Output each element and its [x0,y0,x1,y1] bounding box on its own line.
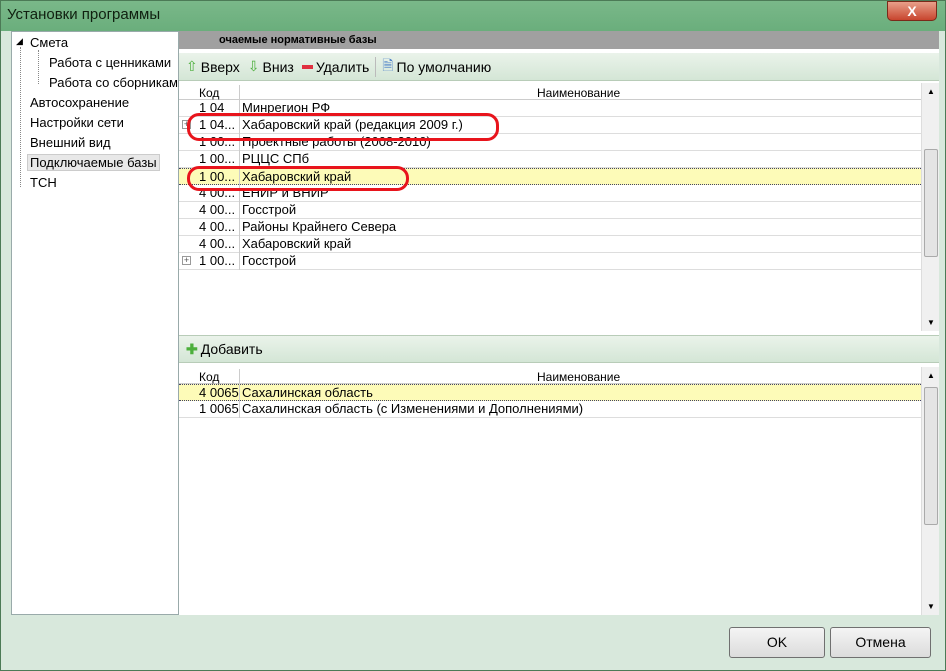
table-row[interactable]: 1 00651Сахалинская область (с Изменениям… [179,401,921,418]
cell-name: Сахалинская область [242,385,373,400]
cell-code: 4 00650 [199,385,239,400]
table-row[interactable]: 4 00650Сахалинская область [179,384,921,402]
scroll-up-icon[interactable]: ▲ [927,87,935,96]
bottom-grid: Код Наименование 4 00650Сахалинская обла… [179,367,921,615]
cell-code: 4 00... [199,219,236,234]
cell-code: 1 00... [199,253,236,268]
grid-header: Код Наименование [179,369,921,384]
down-button[interactable]: ⇩ Вниз [246,58,296,75]
collapse-icon[interactable]: ◢ [16,36,23,47]
plus-icon: ✚ [186,340,198,357]
scroll-up-icon[interactable]: ▲ [927,371,935,380]
tree-item-autosave[interactable]: Автосохранение [30,95,129,110]
table-row[interactable]: +1 00... Госстрой [179,253,921,270]
up-button[interactable]: ⇧ Вверх [184,58,242,75]
tree-item-connected-bases[interactable]: Подключаемые базы [27,154,160,171]
bottom-toolbar: ✚ Добавить [179,335,939,363]
cell-divider [239,219,240,236]
scroll-down-icon[interactable]: ▼ [927,602,935,611]
grid-header: Код Наименование [179,85,921,100]
tree-item-price-lists[interactable]: Работа с ценниками [49,55,171,70]
col-code[interactable]: Код [199,86,219,100]
expand-icon[interactable]: + [182,256,191,265]
tree-item-network[interactable]: Настройки сети [30,115,124,130]
up-label: Вверх [200,58,240,75]
cell-name: РЦЦС СПб [242,151,310,166]
red-circle-annotation [187,113,499,141]
cell-name: Районы Крайнего Севера [242,219,397,234]
cell-divider [239,236,240,253]
down-label: Вниз [262,58,294,75]
default-button[interactable]: 🗎 По умолчанию [380,55,493,79]
add-label: Добавить [200,341,263,357]
tree-item-smeta[interactable]: Смета [30,35,68,50]
arrow-up-icon: ⇧ [186,58,198,74]
delete-label: Удалить [315,58,370,75]
col-name[interactable]: Наименование [537,370,620,384]
table-row[interactable]: 4 00... Госстрой [179,202,921,219]
settings-tree: ◢ Смета Работа с ценниками Работа со сбо… [11,31,185,615]
document-arrow-icon: 🗎 [382,56,394,73]
settings-window: Установки программы X ◢ Смета Работа с ц… [0,0,946,671]
add-button[interactable]: ✚ Добавить [184,341,265,358]
ok-button[interactable]: OK [729,627,825,658]
table-row[interactable]: 4 00... Хабаровский край [179,236,921,253]
table-row[interactable]: 4 00... Районы Крайнего Севера [179,219,921,236]
close-button[interactable]: X [887,1,937,21]
col-code[interactable]: Код [199,370,219,384]
cell-code: 1 00651 [199,401,239,416]
red-circle-annotation [187,166,409,191]
default-label: По умолчанию [396,58,492,75]
scroll-thumb[interactable] [924,149,938,257]
panel-header: очаемые нормативные базы [179,31,939,49]
cell-divider [239,385,240,402]
cell-code: 4 00... [199,202,236,217]
col-divider [239,369,240,384]
tree-item-collections[interactable]: Работа со сборниками [49,75,185,90]
cell-name: Госстрой [242,253,297,268]
cell-name: Сахалинская область (с Изменениями и Доп… [242,401,584,416]
toolbar-divider [375,56,377,77]
main-panel: очаемые нормативные базы ⇧ Вверх ⇩ Вниз Уд… [179,31,939,615]
scroll-thumb[interactable] [924,387,938,525]
top-scrollbar[interactable]: ▲ ▼ [921,83,939,331]
arrow-down-icon: ⇩ [247,58,260,74]
tree-item-tsn[interactable]: ТСН [30,175,57,190]
cell-name: Госстрой [242,202,297,217]
cell-divider [239,202,240,219]
bottom-scrollbar[interactable]: ▲ ▼ [921,367,939,615]
top-toolbar: ⇧ Вверх ⇩ Вниз Удалить 🗎 По умолчанию [179,53,939,81]
cell-code: 1 00... [199,151,236,166]
tree-item-appearance[interactable]: Внешний вид [30,135,111,150]
delete-button[interactable]: Удалить [300,59,371,75]
col-divider [239,85,240,100]
tree-line [38,50,39,84]
cell-code: 4 00... [199,236,236,251]
scroll-down-icon[interactable]: ▼ [927,318,935,327]
cell-divider [239,253,240,270]
cell-divider [239,401,240,418]
cancel-button[interactable]: Отмена [830,627,931,658]
tree-line [20,47,21,187]
window-title: Установки программы [7,6,161,23]
cell-name: Хабаровский край [242,236,352,251]
minus-icon [301,64,313,69]
col-name[interactable]: Наименование [537,86,620,100]
